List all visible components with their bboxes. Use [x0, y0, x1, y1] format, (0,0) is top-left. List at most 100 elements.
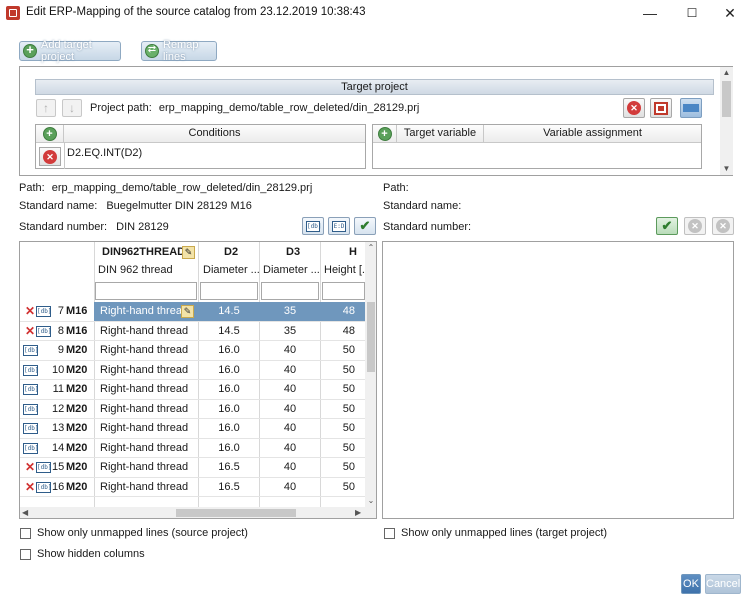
cell-h[interactable]: 50	[321, 380, 365, 399]
unmapped-target-checkbox[interactable]	[384, 527, 395, 539]
grid-horizontal-scrollbar[interactable]: ◀ ▶	[20, 507, 376, 518]
cell-d2[interactable]: 16.0	[199, 419, 259, 438]
confirm-mapping-button[interactable]: ✔	[656, 217, 678, 235]
delete-condition-button[interactable]: ✕	[39, 147, 61, 166]
table-row[interactable]: [db] 14 M20 Right-hand thread 16.0 40 50	[20, 439, 365, 458]
cell-thread[interactable]: Right-hand thread	[95, 341, 198, 360]
edit-icon[interactable]: ✎	[182, 246, 195, 259]
table-icon[interactable]: [db]	[36, 481, 51, 493]
edit-icon[interactable]: ✎	[181, 305, 194, 318]
scroll-thumb[interactable]	[722, 81, 731, 117]
scroll-up-icon[interactable]: ⌃	[365, 242, 376, 254]
cell-d2[interactable]: 16.5	[199, 458, 259, 477]
cell-thread[interactable]: Right-hand thread	[95, 361, 198, 380]
table-row[interactable]: ✕ [db] 8 M16 Right-hand thread 14.5 35 48	[20, 322, 365, 341]
table-row[interactable]: ✕ [db] 7 M16 Right-hand thread 14.5 35 48 ✎	[20, 302, 365, 322]
grid-vertical-scrollbar[interactable]: ⌃ ⌄	[365, 242, 376, 507]
cell-thread[interactable]: Right-hand thread	[95, 400, 198, 419]
cancel-button[interactable]: Cancel	[705, 574, 741, 594]
scroll-thumb[interactable]	[176, 509, 296, 517]
scroll-up-icon[interactable]: ▲	[720, 67, 733, 79]
cell-d3[interactable]: 40	[260, 458, 320, 477]
cell-d2[interactable]: 16.0	[199, 361, 259, 380]
table-icon[interactable]: [db]	[23, 345, 38, 356]
table-icon[interactable]: [db]	[23, 384, 38, 395]
ok-button[interactable]: OK	[681, 574, 701, 594]
table-icon[interactable]: [db]	[36, 306, 51, 317]
open-target-button[interactable]	[650, 98, 672, 118]
table-row[interactable]: [db] 13 M20 Right-hand thread 16.0 40 50	[20, 419, 365, 439]
col-h-header[interactable]: H	[349, 246, 357, 258]
source-table-button[interactable]: [db]	[302, 217, 324, 235]
cell-d2[interactable]: 16.0	[199, 400, 259, 419]
cell-d3[interactable]: 35	[260, 322, 320, 341]
filter-d2-input[interactable]	[200, 282, 258, 300]
remove-target-button[interactable]: ✕	[623, 98, 645, 118]
cell-d3[interactable]: 40	[260, 361, 320, 380]
clear-mapping-button[interactable]: ✕	[712, 217, 734, 235]
maximize-button[interactable]: ☐	[672, 0, 712, 26]
cell-d2[interactable]: 16.0	[199, 439, 259, 458]
cell-d3[interactable]: 40	[260, 380, 320, 399]
table-row[interactable]: [db] 10 M20 Right-hand thread 16.0 40 50	[20, 361, 365, 380]
cell-thread[interactable]: Right-hand thread	[95, 458, 198, 477]
hidden-columns-option[interactable]: Show hidden columns	[20, 548, 145, 560]
condition-value[interactable]: D2.EQ.INT(D2)	[67, 147, 142, 159]
col-din962thread-header[interactable]: DIN962THREAD	[102, 246, 185, 258]
filter-d3-input[interactable]	[261, 282, 319, 300]
move-down-button[interactable]: ↓	[62, 99, 82, 117]
col-d2-header[interactable]: D2	[224, 246, 238, 258]
cell-h[interactable]: 50	[321, 478, 365, 497]
cell-h[interactable]: 48	[321, 302, 365, 321]
scroll-down-icon[interactable]: ⌄	[365, 495, 376, 507]
filter-din962thread-input[interactable]	[95, 282, 197, 300]
cell-d2[interactable]: 14.5	[199, 302, 259, 321]
scroll-down-icon[interactable]: ▼	[720, 163, 733, 175]
source-check-all-button[interactable]: ✔	[354, 217, 376, 235]
source-sql-button[interactable]: E:D	[328, 217, 350, 235]
table-icon[interactable]: [db]	[36, 325, 51, 337]
remove-mapping-button[interactable]: ✕	[684, 217, 706, 235]
cell-d3[interactable]: 40	[260, 419, 320, 438]
unmapped-source-checkbox[interactable]	[20, 527, 31, 539]
cell-d3[interactable]: 40	[260, 478, 320, 497]
minimize-button[interactable]: —	[630, 0, 670, 26]
unmapped-target-option[interactable]: Show only unmapped lines (target project…	[384, 527, 607, 539]
cell-d2[interactable]: 16.0	[199, 380, 259, 399]
cell-d3[interactable]: 40	[260, 400, 320, 419]
move-up-button[interactable]: ↑	[36, 99, 56, 117]
scroll-left-icon[interactable]: ◀	[22, 507, 28, 518]
cell-d3[interactable]: 40	[260, 439, 320, 458]
cell-d2[interactable]: 16.5	[199, 478, 259, 497]
cell-h[interactable]: 50	[321, 341, 365, 360]
cell-thread[interactable]: Right-hand thread	[95, 380, 198, 399]
cell-h[interactable]: 50	[321, 439, 365, 458]
scroll-thumb[interactable]	[367, 302, 375, 372]
cell-h[interactable]: 50	[321, 419, 365, 438]
cell-h[interactable]: 48	[321, 322, 365, 341]
target-panel-scrollbar[interactable]: ▲ ▼	[720, 67, 733, 175]
table-icon[interactable]: [db]	[23, 423, 38, 434]
table-row[interactable]: [db] 9 M20 Right-hand thread 16.0 40 50	[20, 341, 365, 361]
cell-h[interactable]: 50	[321, 361, 365, 380]
table-row[interactable]: [db] 12 M20 Right-hand thread 16.0 40 50	[20, 400, 365, 419]
close-button[interactable]: ✕	[710, 0, 750, 26]
cell-d3[interactable]: 40	[260, 341, 320, 360]
table-icon[interactable]: [db]	[23, 442, 38, 454]
add-target-project-button[interactable]: Add target project	[19, 39, 121, 63]
cell-thread[interactable]: Right-hand thread	[95, 439, 198, 458]
remap-lines-button[interactable]: Remap lines	[141, 39, 217, 63]
table-row[interactable]: ✕ [db] 15 M20 Right-hand thread 16.5 40 50	[20, 458, 365, 478]
table-icon[interactable]: [db]	[23, 403, 38, 415]
table-row[interactable]: ✕ [db] 16 M20 Right-hand thread 16.5 40 50	[20, 478, 365, 497]
navigate-button[interactable]	[680, 98, 702, 118]
cell-d2[interactable]: 14.5	[199, 322, 259, 341]
table-icon[interactable]: [db]	[23, 364, 38, 376]
cell-thread[interactable]: Right-hand thread	[95, 322, 198, 341]
cell-h[interactable]: 50	[321, 458, 365, 477]
col-d3-header[interactable]: D3	[286, 246, 300, 258]
add-variable-button[interactable]: +	[373, 125, 397, 142]
filter-h-input[interactable]	[322, 282, 365, 300]
add-condition-button[interactable]: +	[36, 125, 64, 142]
cell-d2[interactable]: 16.0	[199, 341, 259, 360]
